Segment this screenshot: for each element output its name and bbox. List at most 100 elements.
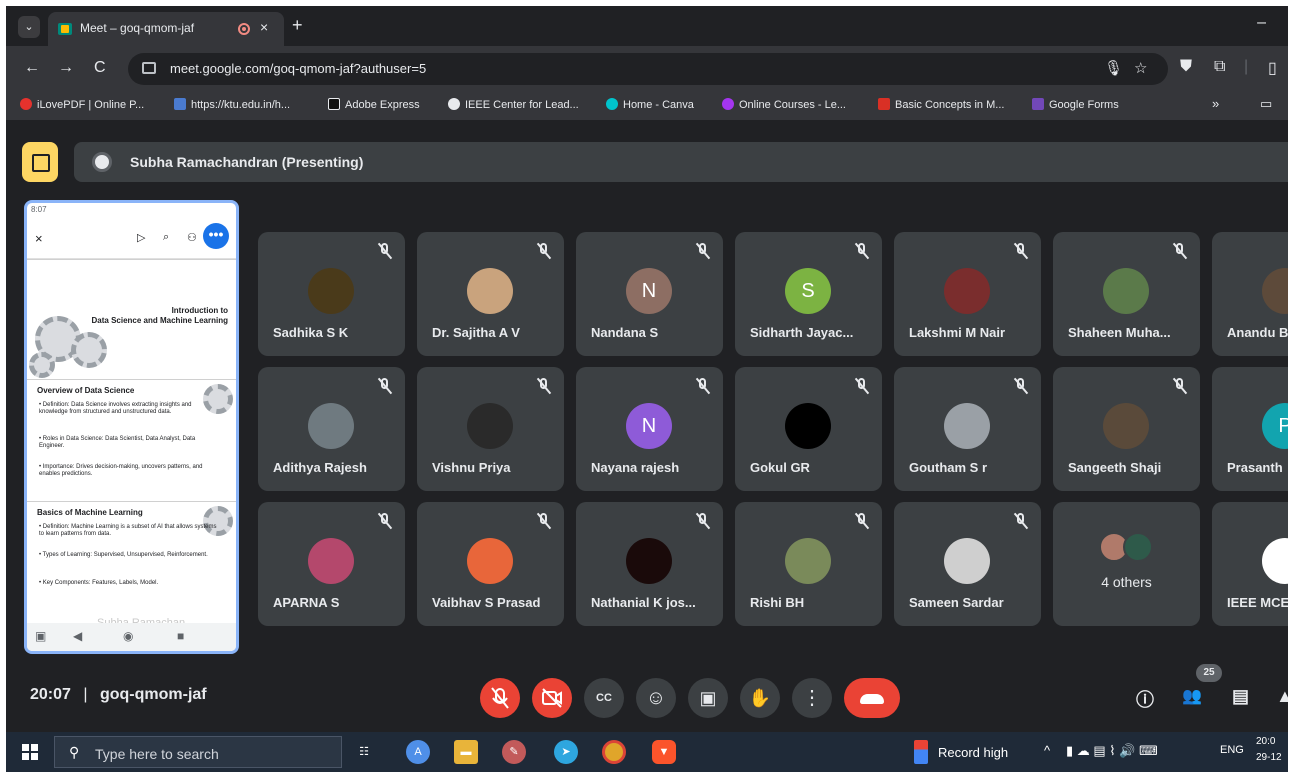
site-info-icon[interactable] <box>142 62 156 74</box>
toolbar-divider: | <box>1244 58 1249 75</box>
participant-tile[interactable]: P Prasanth <box>1212 367 1288 491</box>
side-panel-icon[interactable]: ▯ <box>1268 58 1277 78</box>
bookmarks-overflow-button[interactable]: » <box>1212 96 1219 111</box>
participant-tile[interactable]: Nathanial K jos... <box>576 502 723 626</box>
brave-icon[interactable]: ▼ <box>652 740 676 764</box>
bookmark-ieee[interactable]: IEEE Center for Lead... <box>448 98 579 111</box>
people-button[interactable]: 👥 <box>1182 686 1202 706</box>
meeting-details-button[interactable]: ⓘ <box>1136 686 1154 712</box>
chat-button[interactable]: ▤ <box>1232 686 1249 707</box>
search-placeholder[interactable]: Type here to search <box>95 746 219 762</box>
tab-search-chevron-icon[interactable]: ⌄ <box>18 16 40 38</box>
participant-avatar: N <box>626 403 672 449</box>
participant-tile[interactable]: Sadhika S K <box>258 232 405 356</box>
participant-tile[interactable]: Vaibhav S Prasad <box>417 502 564 626</box>
clock-time[interactable]: 20:0 <box>1256 736 1275 747</box>
forward-button[interactable]: → <box>58 59 74 77</box>
shield-extension-icon[interactable]: ⛊ <box>1180 58 1192 76</box>
activities-button[interactable]: ▲ <box>1276 686 1288 707</box>
participant-avatar: P <box>1262 403 1288 449</box>
tab-close-button[interactable]: × <box>260 19 268 35</box>
bookmark-canva[interactable]: Home - Canva <box>606 98 694 111</box>
participant-tile[interactable]: Dr. Sajitha A V <box>417 232 564 356</box>
slide-data-science: Overview of Data Science • Definition: D… <box>27 379 236 499</box>
slide-title-line: Introduction to <box>171 306 228 315</box>
participant-tile[interactable]: Lakshmi M Nair <box>894 232 1041 356</box>
shared-screen[interactable]: 8:07 × ▷ ⌕ ⚇ ••• Introduction to Data Sc… <box>24 200 239 654</box>
participant-name: Sangeeth Shaji <box>1068 460 1162 475</box>
meeting-info: 20:07 | goq-qmom-jaf <box>30 686 207 704</box>
participant-name: Shaheen Muha... <box>1068 325 1171 340</box>
more-options-icon[interactable]: ••• <box>203 223 229 249</box>
captions-button[interactable]: CC <box>584 678 624 718</box>
tray-chevron-icon[interactable]: ^ <box>1044 743 1050 758</box>
language-indicator[interactable]: ENG <box>1220 744 1244 756</box>
emoji-button[interactable]: ☺ <box>636 678 676 718</box>
participant-tile[interactable]: Adithya Rajesh <box>258 367 405 491</box>
leave-call-button[interactable] <box>844 678 900 718</box>
meet-stage: Subha Ramachandran (Presenting) 8:07 × ▷… <box>6 120 1288 732</box>
windows-start-icon[interactable] <box>22 744 38 760</box>
more-options-button[interactable]: ⋮ <box>792 678 832 718</box>
present-screen-button[interactable]: ▣ <box>688 678 728 718</box>
participant-tile[interactable]: Sangeeth Shaji <box>1053 367 1200 491</box>
bookmark-basic-concepts[interactable]: Basic Concepts in M... <box>878 98 1004 111</box>
taskbar-search-box[interactable]: ⚲ Type here to search <box>54 736 342 768</box>
mic-muted-icon <box>1172 377 1188 395</box>
task-view-icon[interactable]: ☷ <box>352 740 376 764</box>
folder-icon[interactable]: ▭ <box>1260 96 1272 112</box>
bookmark-online-courses[interactable]: Online Courses - Le... <box>722 98 846 111</box>
telegram-icon[interactable]: ➤ <box>554 740 578 764</box>
bookmark-star-icon[interactable]: ☆ <box>1134 59 1147 77</box>
extensions-puzzle-icon[interactable]: ⧉ <box>1214 58 1225 76</box>
participant-tile[interactable]: Goutham S r <box>894 367 1041 491</box>
microphone-toggle-button[interactable] <box>480 678 520 718</box>
camera-toggle-button[interactable] <box>532 678 572 718</box>
phone-viewer-toolbar: × ▷ ⌕ ⚇ ••• <box>27 221 236 259</box>
participant-name: APARNA S <box>273 595 340 610</box>
presentation-layout-icon[interactable] <box>22 142 58 182</box>
participant-tile[interactable]: Anandu B <box>1212 232 1288 356</box>
record-high-text[interactable]: Record high <box>938 745 1008 760</box>
others-tile[interactable]: 4 others <box>1053 502 1200 626</box>
participant-tile[interactable]: APARNA S <box>258 502 405 626</box>
bookmark-ktu[interactable]: https://ktu.edu.in/h... <box>174 98 290 111</box>
participant-tile[interactable]: Gokul GR <box>735 367 882 491</box>
chrome-icon[interactable] <box>602 740 626 764</box>
reload-button[interactable]: C <box>94 59 106 77</box>
app-store-icon[interactable]: A <box>406 740 430 764</box>
url-text[interactable]: meet.google.com/goq-qmom-jaf?authuser=5 <box>170 61 426 76</box>
participant-tile[interactable]: S Sidharth Jayac... <box>735 232 882 356</box>
participant-tile[interactable]: Vishnu Priya <box>417 367 564 491</box>
paint-icon[interactable]: ✎ <box>502 740 526 764</box>
participant-name: Nathanial K jos... <box>591 595 696 610</box>
window-minimize-button[interactable]: – <box>1257 14 1266 32</box>
tray-icons[interactable]: ▮ ☁ ▤ ⌇ 🔊 ⌨ <box>1066 743 1158 759</box>
browser-tab-meet[interactable]: Meet – goq-qmom-jaf × <box>48 12 284 46</box>
microphone-icon[interactable]: 🎙 <box>1104 59 1123 77</box>
participant-name: Sidharth Jayac... <box>750 325 854 340</box>
participant-name: Lakshmi M Nair <box>909 325 1006 340</box>
participant-tile[interactable]: N Nandana S <box>576 232 723 356</box>
new-tab-button[interactable]: + <box>292 16 303 34</box>
participant-avatar <box>1103 403 1149 449</box>
raise-hand-button[interactable]: ✋ <box>740 678 780 718</box>
file-explorer-icon[interactable]: ▬ <box>454 740 478 764</box>
slide-bullet: • Roles in Data Science: Data Scientist,… <box>39 436 196 449</box>
participant-tile[interactable]: Sameen Sardar <box>894 502 1041 626</box>
ktu-favicon-icon <box>174 98 186 110</box>
bookmark-google-forms[interactable]: Google Forms <box>1032 98 1119 111</box>
clock-date[interactable]: 29-12 <box>1256 752 1282 763</box>
participant-tile[interactable]: N Nayana rajesh <box>576 367 723 491</box>
participant-tile[interactable]: IEEE MCE <box>1212 502 1288 626</box>
bookmark-label: Adobe Express <box>345 99 420 111</box>
meeting-time: 20:07 <box>30 686 71 703</box>
participant-tile[interactable]: Rishi BH <box>735 502 882 626</box>
bookmark-ilovepdf[interactable]: iLovePDF | Online P... <box>20 98 144 111</box>
back-button[interactable]: ← <box>24 59 40 77</box>
participant-name: Anandu B <box>1227 325 1288 340</box>
bookmark-adobe-express[interactable]: Adobe Express <box>328 98 420 111</box>
participant-tile[interactable]: Shaheen Muha... <box>1053 232 1200 356</box>
participant-name: Vaibhav S Prasad <box>432 595 541 610</box>
address-bar[interactable]: meet.google.com/goq-qmom-jaf?authuser=5 … <box>128 53 1168 85</box>
